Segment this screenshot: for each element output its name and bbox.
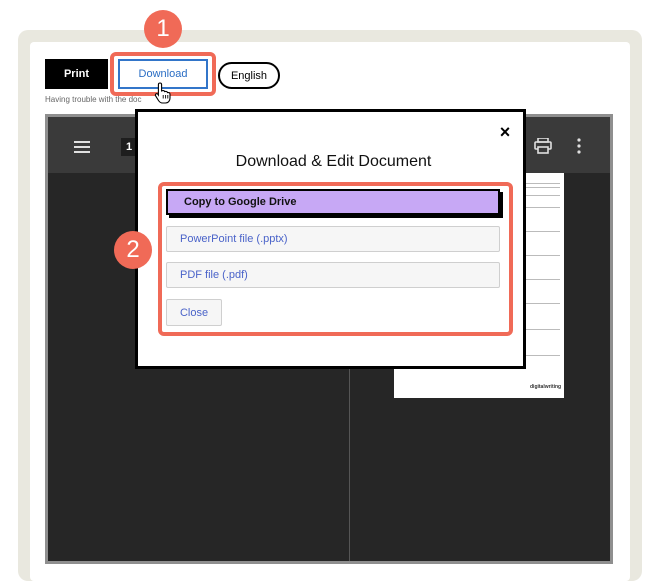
download-pdf-button[interactable]: PDF file (.pdf) [166,262,500,288]
trouble-text: Having trouble with the doc [45,95,142,104]
thumb-brand-logo: digitalwriting [530,384,562,390]
print-icon[interactable] [534,138,552,154]
download-dialog: × Download & Edit Document Copy to Googl… [135,109,526,369]
more-vert-icon[interactable] [577,138,581,154]
step-2-badge: 2 [114,231,152,269]
download-pptx-button[interactable]: PowerPoint file (.pptx) [166,226,500,252]
step-1-badge: 1 [144,10,182,48]
menu-icon[interactable] [74,141,90,153]
print-button[interactable]: Print [45,59,108,89]
hand-cursor-icon [154,82,171,104]
copy-to-google-drive-button[interactable]: Copy to Google Drive [166,189,500,215]
language-button[interactable]: English [218,62,280,89]
close-icon[interactable]: × [497,123,513,141]
dialog-close-button[interactable]: Close [166,299,222,326]
dialog-title: Download & Edit Document [235,153,432,170]
